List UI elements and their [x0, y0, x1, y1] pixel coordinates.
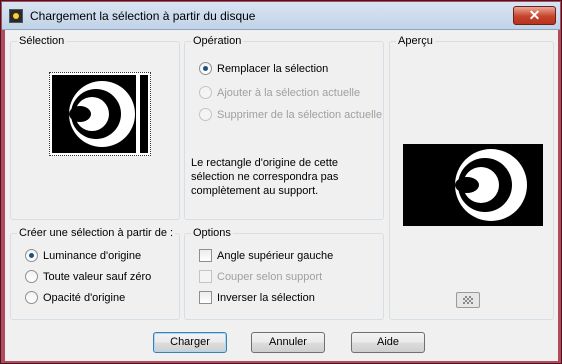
dialog-content: Sélection Opération Remplacer la sélecti…: [5, 30, 558, 361]
radio-source-luminance-label: Luminance d'origine: [43, 249, 142, 262]
title-bar[interactable]: Chargement la sélection à partir du disq…: [2, 2, 560, 30]
selection-thumbnail-image: [52, 75, 148, 153]
checkbox-invert-selection[interactable]: Inverser la sélection: [199, 291, 315, 304]
dialog-window: Chargement la sélection à partir du disq…: [0, 0, 562, 364]
preview-group: Aperçu: [389, 35, 554, 320]
preview-image: [403, 144, 543, 226]
app-icon: [9, 9, 23, 23]
create-from-group-title: Créer une sélection à partir de :: [17, 227, 176, 239]
radio-replace-selection-label: Remplacer la sélection: [217, 62, 329, 75]
checkbox-invert-selection-control[interactable]: [199, 291, 212, 304]
radio-nonzero-control[interactable]: [25, 270, 38, 283]
checkbox-clip-to-canvas-control[interactable]: [199, 270, 212, 283]
load-button[interactable]: Charger: [153, 332, 227, 353]
radio-source-opacity-control[interactable]: [25, 291, 38, 304]
checkbox-clip-to-canvas[interactable]: Couper selon support: [199, 270, 322, 283]
radio-add-selection[interactable]: Ajouter à la sélection actuelle: [199, 86, 360, 99]
preview-image-graphic: [403, 144, 543, 226]
create-from-group: Créer une sélection à partir de : Lumina…: [10, 227, 180, 320]
radio-source-luminance-control[interactable]: [25, 249, 38, 262]
operation-group: Opération Remplacer la sélection Ajouter…: [184, 35, 384, 220]
window-title: Chargement la sélection à partir du disq…: [30, 9, 256, 23]
radio-source-opacity[interactable]: Opacité d'origine: [25, 291, 125, 304]
checkbox-clip-to-canvas-label: Couper selon support: [217, 270, 323, 283]
checkbox-invert-selection-label: Inverser la sélection: [217, 291, 315, 304]
checkerboard-icon: [463, 296, 473, 304]
radio-nonzero[interactable]: Toute valeur sauf zéro: [25, 270, 151, 283]
selection-group-title: Sélection: [17, 35, 67, 47]
radio-replace-selection[interactable]: Remplacer la sélection: [199, 62, 328, 75]
mismatch-message: Le rectangle d'origine de cette sélectio…: [191, 157, 339, 197]
preview-toggle-button[interactable]: [456, 292, 480, 308]
close-button[interactable]: ✕: [513, 6, 556, 25]
radio-subtract-selection-label: Supprimer de la sélection actuelle: [217, 108, 383, 121]
radio-subtract-selection-control[interactable]: [199, 108, 212, 121]
options-group-title: Options: [191, 227, 233, 239]
radio-add-selection-control[interactable]: [199, 86, 212, 99]
close-icon: ✕: [528, 7, 541, 23]
preview-group-title: Aperçu: [396, 35, 435, 47]
selection-thumbnail: [49, 72, 151, 156]
cancel-button[interactable]: Annuler: [251, 332, 325, 353]
checkbox-top-left-control[interactable]: [199, 249, 212, 262]
radio-replace-selection-control[interactable]: [199, 62, 212, 75]
radio-source-opacity-label: Opacité d'origine: [43, 291, 126, 304]
checkbox-top-left[interactable]: Angle supérieur gauche: [199, 249, 333, 262]
radio-nonzero-label: Toute valeur sauf zéro: [43, 270, 152, 283]
checkbox-top-left-label: Angle supérieur gauche: [217, 249, 334, 262]
selection-group: Sélection: [10, 35, 180, 220]
radio-add-selection-label: Ajouter à la sélection actuelle: [217, 86, 361, 99]
radio-source-luminance[interactable]: Luminance d'origine: [25, 249, 141, 262]
radio-subtract-selection[interactable]: Supprimer de la sélection actuelle: [199, 108, 382, 121]
operation-group-title: Opération: [191, 35, 244, 47]
options-group: Options Angle supérieur gauche Couper se…: [184, 227, 384, 320]
help-button[interactable]: Aide: [351, 332, 425, 353]
